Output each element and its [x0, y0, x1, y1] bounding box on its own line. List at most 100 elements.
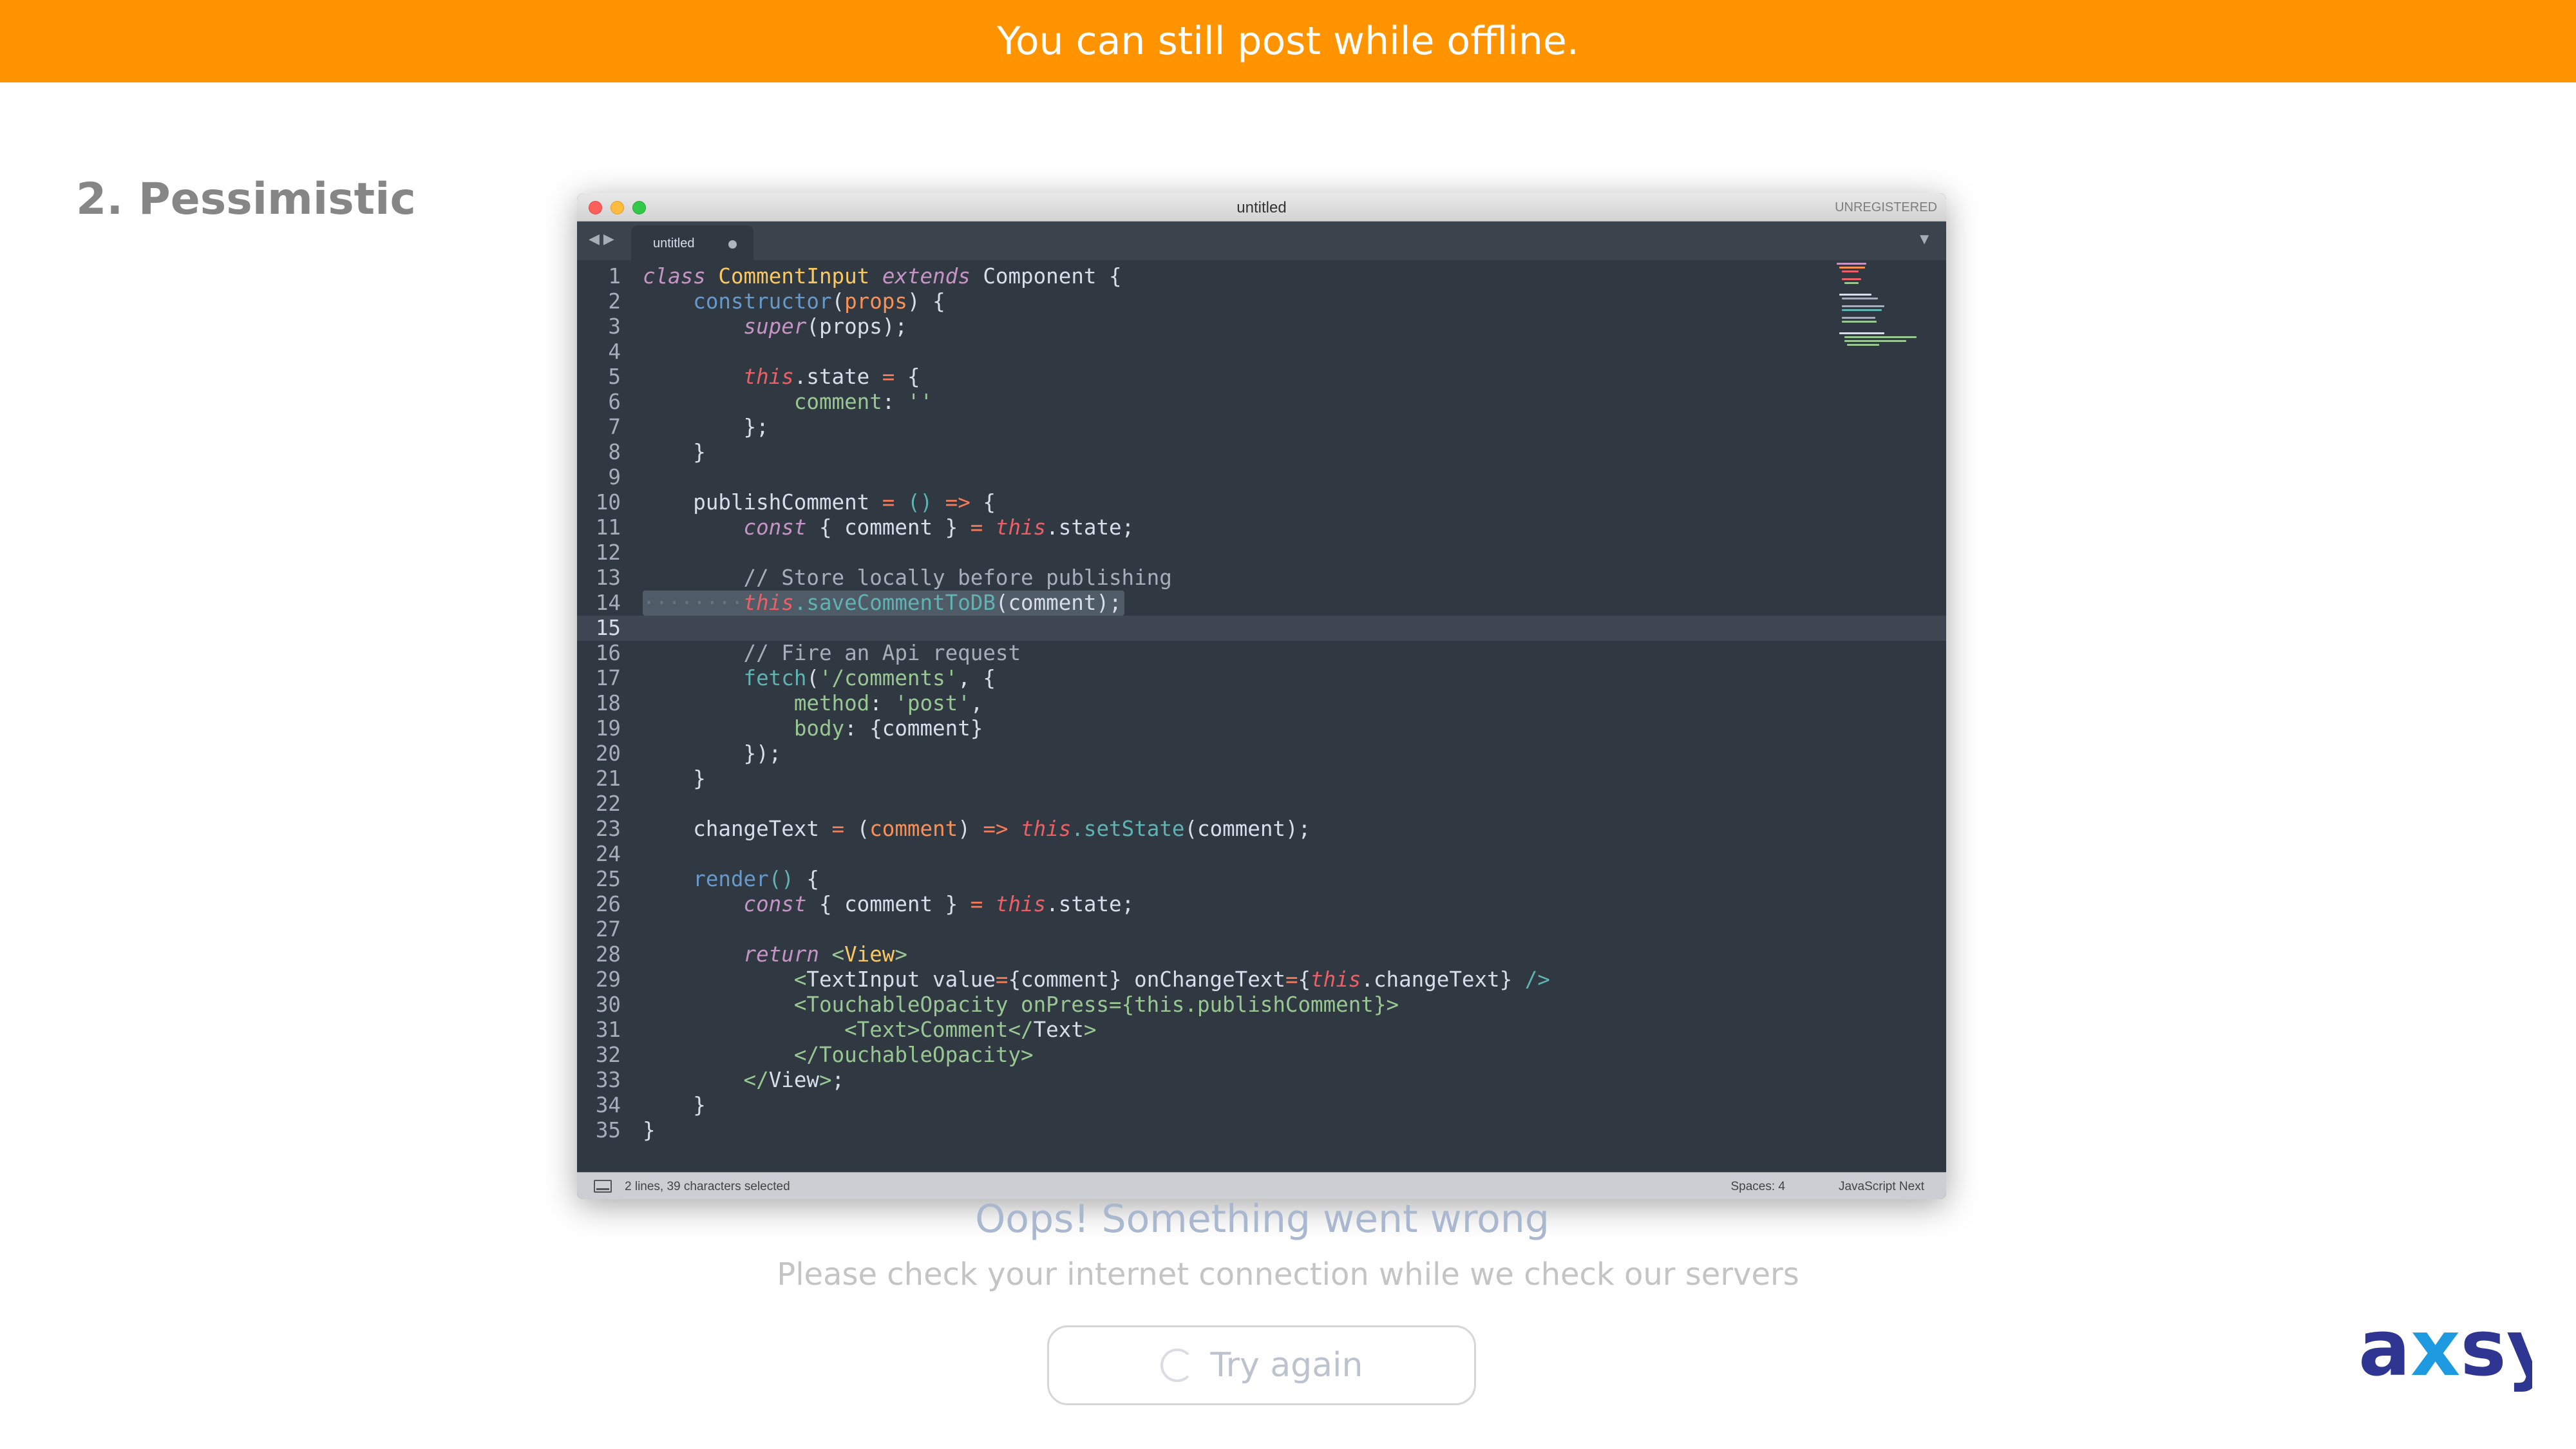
code-text: }: [643, 1093, 706, 1117]
line-number: 7: [608, 415, 621, 439]
code-line[interactable]: 4: [577, 339, 1946, 365]
code-line[interactable]: 3 super(props);: [577, 314, 1946, 339]
code-area[interactable]: 1 class CommentInput extends Component {2…: [577, 260, 1946, 1199]
code-line[interactable]: 26 const { comment } = this.state;: [577, 892, 1946, 917]
code-text: });: [643, 741, 782, 766]
tab-menu-chevron-icon[interactable]: ▼: [1917, 231, 1932, 249]
code-text: return <View>: [743, 942, 907, 967]
line-number: 23: [595, 817, 621, 841]
code-line[interactable]: 34 }: [577, 1093, 1946, 1118]
logo-wordmark: axsy: [2358, 1304, 2532, 1394]
code-line[interactable]: 31 <Text>Comment</Text>: [577, 1018, 1946, 1043]
line-number: 3: [608, 314, 621, 339]
line-number: 12: [595, 540, 621, 565]
code-line[interactable]: 17 fetch('/comments', {: [577, 666, 1946, 691]
line-number: 22: [595, 791, 621, 816]
line-number: 18: [595, 691, 621, 715]
syntax-status[interactable]: JavaScript Next: [1839, 1180, 1924, 1194]
code-line[interactable]: 9: [577, 465, 1946, 490]
offline-banner: You can still post while offline.: [0, 0, 2576, 82]
unsaved-dot-icon[interactable]: [728, 240, 737, 249]
code-text: fetch('/comments', {: [743, 666, 996, 690]
error-subtitle: Please check your internet connection wh…: [777, 1256, 1799, 1293]
line-number: 29: [595, 967, 621, 992]
code-text: body: {comment}: [793, 716, 983, 741]
line-number: 13: [595, 565, 621, 590]
tab-untitled[interactable]: untitled: [631, 225, 753, 260]
try-again-label: Try again: [1210, 1346, 1363, 1385]
code-line[interactable]: 5 this.state = {: [577, 365, 1946, 390]
code-text: publishComment = () => {: [643, 490, 996, 515]
line-number: 2: [608, 289, 621, 314]
line-number: 16: [595, 641, 621, 665]
code-line[interactable]: 8 }: [577, 440, 1946, 465]
code-line[interactable]: 13 // Store locally before publishing: [577, 565, 1946, 591]
line-number: 6: [608, 390, 621, 414]
line-number: 19: [595, 716, 621, 741]
code-line[interactable]: 29 <TextInput value={comment} onChangeTe…: [577, 967, 1946, 992]
code-text: super(props);: [743, 314, 907, 339]
indentation-status[interactable]: Spaces: 4: [1731, 1180, 1786, 1194]
code-editor-window: untitled UNREGISTERED ◀▶ untitled ▼ 1 cla…: [577, 193, 1946, 1199]
line-number: 25: [595, 867, 621, 891]
code-line[interactable]: 20 });: [577, 741, 1946, 766]
line-number: 21: [595, 766, 621, 791]
code-text: // Fire an Api request: [743, 641, 1021, 665]
line-number: 11: [595, 515, 621, 540]
line-number: 30: [595, 992, 621, 1017]
code-line[interactable]: 22: [577, 791, 1946, 817]
line-number: 4: [608, 339, 621, 364]
code-line[interactable]: 21 }: [577, 766, 1946, 791]
code-line[interactable]: 33 </View>;: [577, 1068, 1946, 1093]
code-text: this.state = {: [743, 365, 920, 389]
code-text: ········this.saveCommentToDB(comment);: [643, 591, 1122, 615]
slide-title: 2. Pessimistic: [76, 174, 416, 225]
line-number: 20: [595, 741, 621, 766]
code-line[interactable]: 23 changeText = (comment) => this.setSta…: [577, 817, 1946, 842]
minimap[interactable]: [1830, 263, 1920, 353]
line-number: 32: [595, 1043, 621, 1067]
code-line[interactable]: 12: [577, 540, 1946, 565]
line-number: 17: [595, 666, 621, 690]
code-line[interactable]: 25 render() {: [577, 867, 1946, 892]
line-number: 33: [595, 1068, 621, 1092]
code-line[interactable]: 1 class CommentInput extends Component {: [577, 264, 1946, 289]
code-line[interactable]: 7 };: [577, 415, 1946, 440]
code-line[interactable]: 16 // Fire an Api request: [577, 641, 1946, 666]
try-again-button[interactable]: Try again: [1047, 1325, 1476, 1405]
line-number: 35: [595, 1118, 621, 1142]
code-line[interactable]: 18 method: 'post',: [577, 691, 1946, 716]
code-text: method: 'post',: [793, 691, 983, 715]
line-number: 15: [595, 616, 621, 640]
code-line[interactable]: 11 const { comment } = this.state;: [577, 515, 1946, 540]
code-line[interactable]: 19 body: {comment}: [577, 716, 1946, 741]
line-number: 27: [595, 917, 621, 942]
axsy-logo: axsy: [2358, 1304, 2532, 1394]
code-line[interactable]: 27: [577, 917, 1946, 942]
code-line[interactable]: 28 return <View>: [577, 942, 1946, 967]
code-text: const { comment } = this.state;: [743, 515, 1135, 540]
code-line[interactable]: 14 ········this.saveCommentToDB(comment);: [577, 591, 1946, 616]
line-number: 34: [595, 1093, 621, 1117]
code-line[interactable]: 2 constructor(props) {: [577, 289, 1946, 314]
code-line[interactable]: 24: [577, 842, 1946, 867]
window-title: untitled: [1236, 199, 1287, 216]
code-text: constructor(props) {: [693, 289, 945, 314]
code-line[interactable]: 15: [577, 616, 1946, 641]
panel-toggle-icon[interactable]: [594, 1180, 612, 1193]
refresh-icon: [1160, 1349, 1194, 1382]
code-text: }: [643, 1118, 656, 1142]
code-line[interactable]: 30 <TouchableOpacity onPress={this.publi…: [577, 992, 1946, 1018]
line-number: 9: [608, 465, 621, 489]
code-line[interactable]: 35}: [577, 1118, 1946, 1143]
line-number: 10: [595, 490, 621, 515]
code-line[interactable]: 6 comment: '': [577, 390, 1946, 415]
line-number: 31: [595, 1018, 621, 1042]
line-number: 8: [608, 440, 621, 464]
line-number: 1: [608, 264, 621, 289]
tab-nav-arrows-icon[interactable]: ◀▶: [589, 231, 618, 247]
editor-titlebar: untitled UNREGISTERED: [577, 193, 1946, 222]
code-line[interactable]: 10 publishComment = () => {: [577, 490, 1946, 515]
code-text: </TouchableOpacity>: [793, 1043, 1034, 1067]
code-line[interactable]: 32 </TouchableOpacity>: [577, 1043, 1946, 1068]
